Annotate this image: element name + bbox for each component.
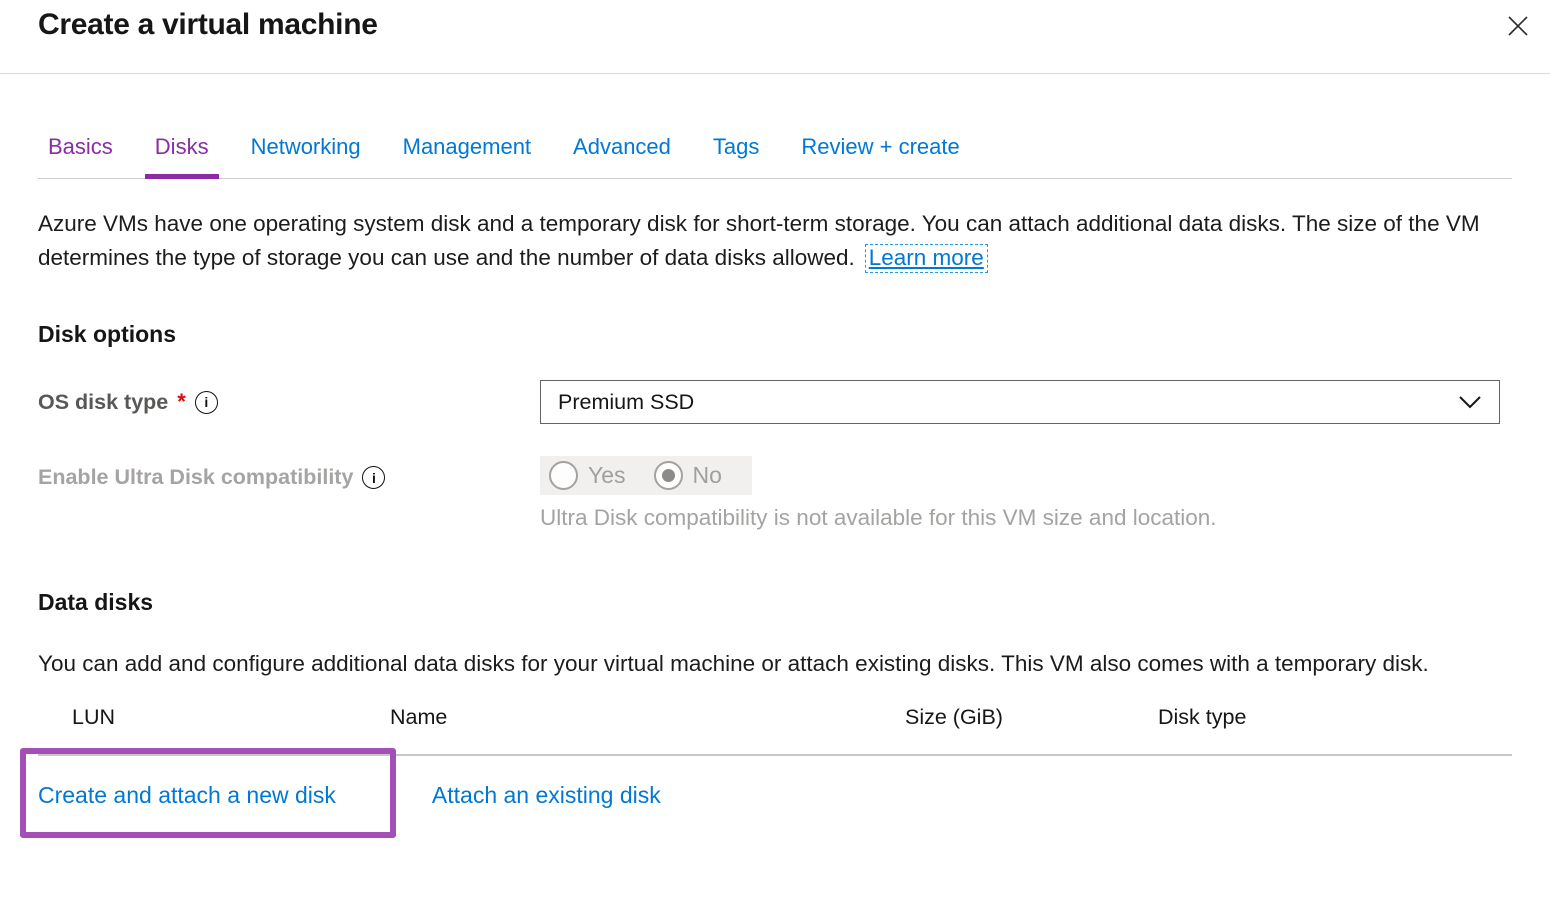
tab-networking[interactable]: Networking: [241, 134, 371, 178]
tab-advanced[interactable]: Advanced: [563, 134, 681, 178]
tab-review-create[interactable]: Review + create: [791, 134, 969, 178]
close-icon: [1506, 14, 1530, 38]
info-icon[interactable]: i: [195, 391, 218, 414]
wizard-tab-bar: Basics Disks Networking Management Advan…: [38, 74, 1512, 179]
os-disk-type-row: OS disk type * i Premium SSD: [38, 380, 1550, 424]
intro-text: Azure VMs have one operating system disk…: [38, 207, 1512, 275]
os-disk-type-selected-value: Premium SSD: [558, 390, 694, 415]
column-header-size: Size (GiB): [905, 705, 1158, 730]
column-header-name: Name: [390, 705, 905, 730]
data-disks-heading: Data disks: [38, 589, 1512, 616]
os-disk-type-label-group: OS disk type * i: [38, 380, 540, 415]
required-asterisk: *: [177, 389, 186, 415]
tab-basics[interactable]: Basics: [38, 134, 123, 178]
create-vm-dialog: Create a virtual machine Basics Disks Ne…: [0, 0, 1550, 922]
create-and-attach-new-disk-link[interactable]: Create and attach a new disk: [38, 782, 336, 809]
page-title: Create a virtual machine: [38, 6, 1512, 42]
info-icon[interactable]: i: [362, 466, 385, 489]
tab-tags[interactable]: Tags: [703, 134, 769, 178]
close-button[interactable]: [1498, 6, 1538, 46]
ultra-disk-helper-text: Ultra Disk compatibility is not availabl…: [540, 505, 1500, 531]
dialog-header: Create a virtual machine: [0, 0, 1550, 74]
ultra-disk-field: Yes No Ultra Disk compatibility is not a…: [540, 456, 1500, 531]
radio-option-no: No: [654, 461, 722, 490]
ultra-disk-radio-group: Yes No: [540, 456, 752, 495]
ultra-disk-row: Enable Ultra Disk compatibility i Yes No…: [38, 456, 1550, 531]
chevron-down-icon: [1459, 396, 1481, 409]
ultra-disk-label-group: Enable Ultra Disk compatibility i: [38, 456, 540, 490]
radio-no-label: No: [693, 462, 722, 489]
radio-option-yes: Yes: [549, 461, 626, 490]
tab-disks[interactable]: Disks: [145, 134, 219, 178]
intro-body: Azure VMs have one operating system disk…: [38, 211, 1480, 270]
os-disk-type-dropdown[interactable]: Premium SSD: [540, 380, 1500, 424]
column-header-disk-type: Disk type: [1158, 705, 1512, 730]
radio-unselected-icon: [549, 461, 578, 490]
os-disk-type-field: Premium SSD: [540, 380, 1500, 424]
attach-existing-disk-link[interactable]: Attach an existing disk: [432, 782, 661, 809]
radio-yes-label: Yes: [588, 462, 626, 489]
ultra-disk-label: Enable Ultra Disk compatibility: [38, 465, 353, 490]
column-header-lun: LUN: [38, 705, 390, 730]
os-disk-type-label: OS disk type: [38, 390, 168, 415]
data-disks-description: You can add and configure additional dat…: [38, 646, 1468, 681]
learn-more-link[interactable]: Learn more: [865, 244, 988, 273]
disk-options-heading: Disk options: [38, 321, 1512, 348]
radio-selected-icon: [654, 461, 683, 490]
tab-management[interactable]: Management: [393, 134, 541, 178]
data-disks-table-header: LUN Name Size (GiB) Disk type: [38, 705, 1512, 756]
data-disks-actions: Create and attach a new disk Attach an e…: [38, 756, 1512, 809]
